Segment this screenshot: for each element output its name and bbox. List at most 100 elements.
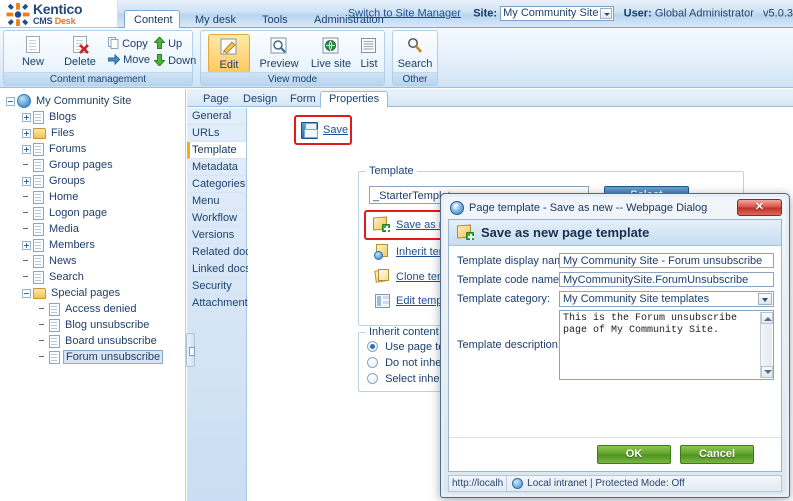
ok-button[interactable]: OK	[597, 445, 671, 464]
save-as-new-template-icon	[373, 216, 390, 232]
properties-menu-item-template[interactable]: Template	[187, 142, 246, 159]
copy-button[interactable]: Copy	[108, 37, 148, 50]
properties-menu-item-menu[interactable]: Menu	[187, 193, 246, 210]
panel-splitter-handle[interactable]	[186, 333, 195, 367]
status-zone: Local intranet | Protected Mode: Off	[507, 478, 685, 489]
template-description-textarea[interactable]: This is the Forum unsubscribe page of My…	[559, 310, 774, 380]
properties-menu-item-label: URLs	[192, 127, 220, 139]
save-as-new-template-dialog[interactable]: Page template - Save as new -- Webpage D…	[440, 193, 790, 498]
tree-node-label: Forums	[49, 143, 87, 155]
radio-select-inherited-levels[interactable]	[367, 373, 378, 384]
search-button-label: Search	[397, 58, 433, 70]
main-tab-tools[interactable]: Tools	[253, 11, 297, 28]
tree-spacer	[22, 257, 31, 266]
tab-properties[interactable]: Properties	[320, 91, 389, 108]
switch-to-site-manager-link[interactable]: Switch to Site Manager	[348, 7, 461, 19]
tree-expander-minus-icon[interactable]	[6, 96, 15, 106]
new-button[interactable]: New	[10, 34, 56, 72]
tree-node[interactable]: Board unsubscribe	[0, 333, 185, 349]
tree-node[interactable]: Home	[0, 189, 185, 205]
tree-spacer	[38, 337, 47, 346]
properties-menu-item-linked-docs[interactable]: Linked docs	[187, 261, 251, 278]
tree-node[interactable]: Files	[0, 125, 185, 141]
tree-node[interactable]: Blogs	[0, 109, 185, 125]
properties-menu-item-urls[interactable]: URLs	[187, 125, 246, 142]
description-scrollbar[interactable]	[760, 312, 773, 378]
search-button[interactable]: Search	[395, 34, 435, 73]
tab-page[interactable]: Page	[195, 92, 237, 107]
save-icon	[301, 121, 318, 139]
tree-expander-plus-icon[interactable]	[22, 144, 31, 154]
tree-node[interactable]: Access denied	[0, 301, 185, 317]
tree-node[interactable]: Search	[0, 269, 185, 285]
tree-node[interactable]: My Community Site	[0, 93, 185, 109]
tree-spacer	[22, 209, 31, 218]
edit-icon	[220, 38, 237, 55]
template-code-name-input[interactable]: MyCommunitySite.ForumUnsubscribe	[559, 272, 774, 287]
main-tab-content[interactable]: Content	[124, 10, 180, 28]
delete-button[interactable]: Delete	[56, 34, 104, 72]
scroll-down-icon[interactable]	[761, 366, 773, 378]
tree-expander-plus-icon[interactable]	[22, 176, 31, 186]
preview-button[interactable]: Preview	[253, 34, 305, 73]
close-icon[interactable]: ✕	[737, 199, 782, 216]
tab-page-label: Page	[203, 93, 229, 105]
properties-menu-item-metadata[interactable]: Metadata	[187, 159, 246, 176]
properties-menu-item-label: General	[192, 110, 232, 122]
radio-use-page-template-settings[interactable]	[367, 341, 378, 352]
tree-node[interactable]: Media	[0, 221, 185, 237]
security-zone-icon	[512, 478, 524, 489]
properties-menu-item-attachments[interactable]: Attachments	[187, 295, 253, 312]
up-button[interactable]: Up	[153, 36, 182, 50]
properties-menu-item-general[interactable]: General	[187, 108, 246, 125]
tree-node[interactable]: News	[0, 253, 185, 269]
tree-node[interactable]: Special pages	[0, 285, 185, 301]
site-select[interactable]: My Community Site	[500, 6, 615, 21]
tree-expander-minus-icon[interactable]	[22, 288, 31, 298]
tree-expander-plus-icon[interactable]	[22, 112, 31, 122]
cancel-button[interactable]: Cancel	[680, 445, 754, 464]
edit-button[interactable]: Edit	[208, 34, 250, 73]
tree-spacer	[38, 353, 47, 362]
down-button[interactable]: Down	[153, 54, 196, 67]
properties-menu-item-related-docs[interactable]: Related docs	[187, 244, 256, 261]
radio-do-not-inherit-any-content[interactable]	[367, 357, 378, 368]
properties-menu-item-workflow[interactable]: Workflow	[187, 210, 246, 227]
save-button-label: Save	[323, 124, 349, 136]
tree-node[interactable]: Blog unsubscribe	[0, 317, 185, 333]
properties-menu-item-label: Template	[192, 144, 237, 156]
template-description-value: This is the Forum unsubscribe page of My…	[563, 313, 738, 336]
dialog-title-bar[interactable]: Page template - Save as new -- Webpage D…	[444, 197, 786, 219]
live-site-button-label: Live site	[310, 58, 352, 70]
properties-menu-item-security[interactable]: Security	[187, 278, 246, 295]
tree-node[interactable]: Forums	[0, 141, 185, 157]
properties-menu-item-categories[interactable]: Categories	[187, 176, 246, 193]
template-category-select[interactable]: My Community Site templates	[559, 291, 774, 307]
properties-menu[interactable]: General URLs Template Metadata Categories Men…	[187, 108, 256, 501]
logo-cmsdesk: CMS Desk	[33, 16, 76, 26]
tree-node[interactable]: Members	[0, 237, 185, 253]
tree-node[interactable]: Groups	[0, 173, 185, 189]
properties-menu-item-label: Categories	[192, 178, 246, 190]
template-display-name-input[interactable]: My Community Site - Forum unsubscribe	[559, 253, 774, 268]
content-tree[interactable]: My Community Site Blogs Files Forums Group p…	[0, 89, 186, 501]
edit-button-label: Edit	[219, 59, 239, 71]
properties-menu-item-versions[interactable]: Versions	[187, 227, 246, 244]
user-value: Global Administrator	[654, 7, 754, 20]
new-button-label: New	[21, 56, 44, 68]
tree-expander-plus-icon[interactable]	[22, 128, 31, 138]
scroll-up-icon[interactable]	[761, 312, 773, 324]
tab-design[interactable]: Design	[235, 92, 285, 107]
main-tab-content-label: Content	[134, 14, 173, 26]
tree-node[interactable]: Group pages	[0, 157, 185, 173]
tab-form[interactable]: Form	[282, 92, 324, 107]
main-tab-my-desk[interactable]: My desk	[186, 11, 245, 28]
tree-expander-plus-icon[interactable]	[22, 240, 31, 250]
content-tab-bar: Page Design Form Properties	[187, 89, 793, 108]
tree-node[interactable]: Logon page	[0, 205, 185, 221]
tree-node[interactable]: Forum unsubscribe	[0, 349, 185, 365]
save-button[interactable]: Save	[297, 117, 356, 143]
move-button[interactable]: Move	[107, 53, 150, 66]
list-button[interactable]: List	[353, 34, 385, 73]
live-site-button[interactable]: Live site	[305, 34, 357, 73]
